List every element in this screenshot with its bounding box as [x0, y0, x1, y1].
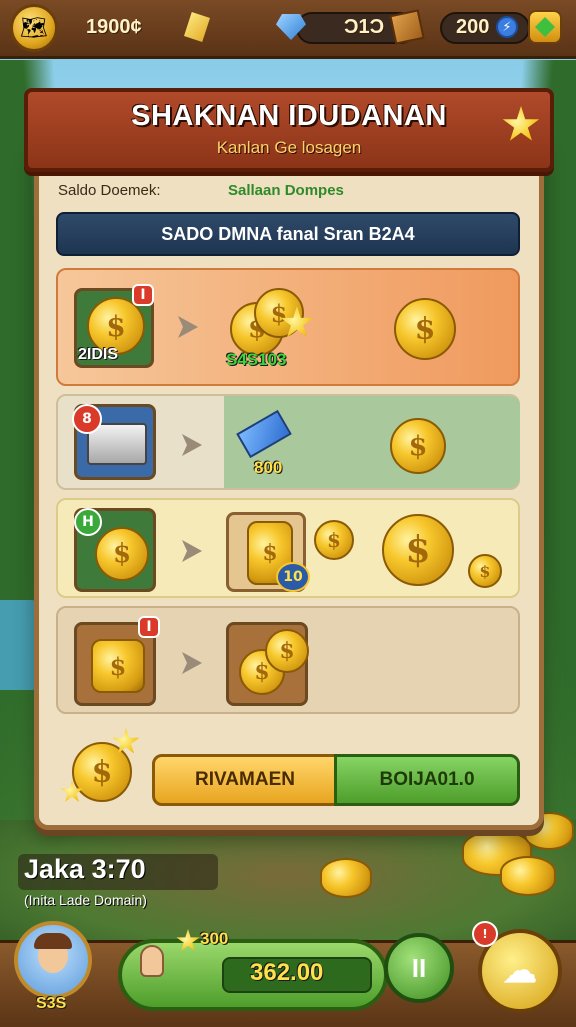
- exchange-row-1[interactable]: $ I 2IDIS $ $ S4S103 $: [56, 268, 520, 386]
- notification-badge: !: [472, 921, 498, 947]
- coin-icon: $: [468, 554, 502, 588]
- bg-coin-pile-right-2: [500, 856, 556, 896]
- exchange-row-3[interactable]: $ H $ 10 $ $ $: [56, 498, 520, 598]
- bonus-stars: 300: [200, 929, 229, 948]
- exchange-row-2[interactable]: 8 800 $: [56, 394, 520, 490]
- gems-value: 200: [456, 16, 490, 38]
- coin-balance: 1900¢: [86, 16, 142, 38]
- coin-icon: $: [394, 298, 456, 360]
- row-1-source-value: 2IDIS: [78, 346, 119, 363]
- bolt-icon: ⚡: [496, 16, 518, 38]
- plus-gem-icon: [535, 17, 555, 37]
- row-4-badge: I: [138, 616, 160, 638]
- avatar-hair: [34, 933, 72, 949]
- arrow-right-icon: [178, 316, 198, 338]
- arrow-right-icon: [182, 434, 202, 456]
- title-banner: SHAKNAN IDUDANAN Kanlan Ge losagen: [24, 88, 554, 172]
- big-coin-icon: $: [72, 742, 132, 802]
- map-icon: 🗺: [10, 4, 58, 52]
- hand-icon: [140, 945, 164, 977]
- gold-shard-icon: [184, 12, 210, 42]
- pause-button[interactable]: II: [384, 933, 454, 1003]
- row-3-reward-value: 10: [276, 562, 310, 592]
- wallet-label: Sallaan Dompes: [228, 182, 344, 199]
- banner-subtitle: Kanlan Ge losagen: [216, 138, 362, 157]
- arrow-right-icon: [182, 652, 202, 674]
- arrow-right-icon: [182, 540, 202, 562]
- banner-title: SHAKNAN IDUDANAN: [131, 100, 447, 132]
- player-score: S3S: [36, 995, 67, 1012]
- row-2-reward-value: 800: [254, 458, 283, 477]
- row-3-badge: H: [74, 508, 102, 536]
- coin-icon: $: [314, 520, 354, 560]
- coin-icon: $: [382, 514, 454, 586]
- coin-icon: $: [95, 527, 149, 581]
- info-bar[interactable]: SADO DMNA fanal Sran B2A4: [56, 212, 520, 256]
- exchange-right-label: BOIJA01.0: [379, 769, 475, 790]
- crate-icon: [389, 9, 425, 45]
- exchange-left-button[interactable]: RIVAMAEN: [152, 754, 338, 806]
- pause-icon: II: [411, 952, 427, 983]
- row-1-reward-value: S4S103: [226, 350, 287, 369]
- row-1-badge: I: [132, 284, 154, 306]
- map-button[interactable]: 🗺: [10, 4, 58, 52]
- coin-icon: $: [265, 629, 309, 673]
- row-2-badge: 8: [72, 404, 102, 434]
- exchange-left-label: RIVAMAEN: [195, 769, 295, 790]
- bottom-hud: S3S 362.00 300 II ☁ !: [0, 921, 576, 1027]
- timer-value: Jaka 3:70: [24, 854, 146, 884]
- energy-value: Ɔ1Ɔ: [344, 16, 385, 38]
- cloud-icon: ☁: [503, 952, 537, 990]
- add-gems-button[interactable]: [528, 10, 562, 44]
- top-resource-bar: 🗺 1900¢ Ɔ1Ɔ 200 ⚡: [0, 0, 576, 59]
- balance-value: 362.00: [250, 959, 324, 986]
- bg-coin-pile-left: [320, 858, 372, 898]
- timer-caption: (Inita Lade Domain): [24, 892, 147, 908]
- coin-icon: $: [390, 418, 446, 474]
- balance-label: Saldo Doemek:: [58, 182, 161, 199]
- reward-tile-4: $ $: [226, 622, 309, 706]
- exchange-row-4[interactable]: $ I $ $: [56, 606, 520, 714]
- coin-stack-icon: $: [91, 639, 145, 693]
- player-avatar[interactable]: [14, 921, 92, 999]
- exchange-right-button[interactable]: BOIJA01.0: [334, 754, 520, 806]
